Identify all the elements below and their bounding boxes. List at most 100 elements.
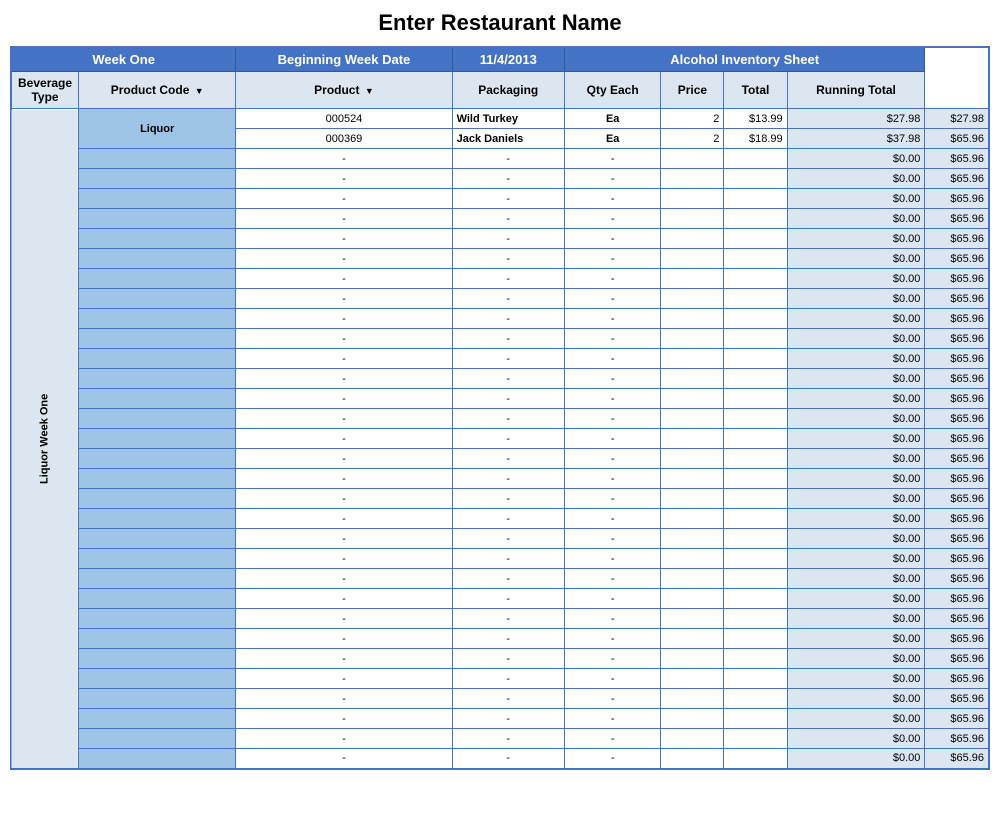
product-empty[interactable]: - bbox=[452, 749, 564, 769]
qty-empty[interactable] bbox=[661, 269, 724, 289]
price-empty[interactable] bbox=[724, 329, 787, 349]
product-empty[interactable]: - bbox=[452, 209, 564, 229]
qty-empty[interactable] bbox=[661, 489, 724, 509]
price-empty[interactable] bbox=[724, 189, 787, 209]
qty-empty[interactable] bbox=[661, 729, 724, 749]
qty-empty[interactable] bbox=[661, 449, 724, 469]
qty-empty[interactable] bbox=[661, 469, 724, 489]
qty-empty[interactable] bbox=[661, 289, 724, 309]
packaging-empty[interactable]: - bbox=[564, 389, 661, 409]
product-empty[interactable]: - bbox=[452, 729, 564, 749]
packaging-empty[interactable]: - bbox=[564, 169, 661, 189]
qty-empty[interactable] bbox=[661, 409, 724, 429]
product-empty[interactable]: - bbox=[452, 409, 564, 429]
price-empty[interactable] bbox=[724, 749, 787, 769]
price-cell[interactable]: $13.99 bbox=[724, 109, 787, 129]
packaging-empty[interactable]: - bbox=[564, 729, 661, 749]
product-empty[interactable]: - bbox=[452, 369, 564, 389]
qty-empty[interactable] bbox=[661, 689, 724, 709]
product-code-empty[interactable]: - bbox=[236, 589, 452, 609]
product-empty[interactable]: - bbox=[452, 569, 564, 589]
product-code-empty[interactable]: - bbox=[236, 609, 452, 629]
product-empty[interactable]: - bbox=[452, 649, 564, 669]
price-empty[interactable] bbox=[724, 409, 787, 429]
packaging-empty[interactable]: - bbox=[564, 369, 661, 389]
product-empty[interactable]: - bbox=[452, 589, 564, 609]
packaging-empty[interactable]: - bbox=[564, 329, 661, 349]
product-filter-icon[interactable]: ▼ bbox=[365, 86, 374, 96]
price-empty[interactable] bbox=[724, 569, 787, 589]
product-empty[interactable]: - bbox=[452, 149, 564, 169]
product-empty[interactable]: - bbox=[452, 509, 564, 529]
product-code-empty[interactable]: - bbox=[236, 629, 452, 649]
product-empty[interactable]: - bbox=[452, 249, 564, 269]
product-empty[interactable]: - bbox=[452, 609, 564, 629]
product-code-empty[interactable]: - bbox=[236, 189, 452, 209]
qty-empty[interactable] bbox=[661, 649, 724, 669]
price-empty[interactable] bbox=[724, 589, 787, 609]
price-cell[interactable]: $18.99 bbox=[724, 129, 787, 149]
qty-cell[interactable]: 2 bbox=[661, 109, 724, 129]
price-empty[interactable] bbox=[724, 449, 787, 469]
price-empty[interactable] bbox=[724, 169, 787, 189]
product-code-empty[interactable]: - bbox=[236, 549, 452, 569]
packaging-empty[interactable]: - bbox=[564, 709, 661, 729]
product-empty[interactable]: - bbox=[452, 629, 564, 649]
qty-empty[interactable] bbox=[661, 349, 724, 369]
product-code-empty[interactable]: - bbox=[236, 329, 452, 349]
product-code-cell[interactable]: 000369 bbox=[236, 129, 452, 149]
packaging-empty[interactable]: - bbox=[564, 689, 661, 709]
packaging-empty[interactable]: - bbox=[564, 429, 661, 449]
product-empty[interactable]: - bbox=[452, 229, 564, 249]
packaging-cell[interactable]: Ea bbox=[564, 129, 661, 149]
product-code-empty[interactable]: - bbox=[236, 669, 452, 689]
product-empty[interactable]: - bbox=[452, 669, 564, 689]
packaging-empty[interactable]: - bbox=[564, 309, 661, 329]
product-cell[interactable]: Jack Daniels bbox=[452, 129, 564, 149]
price-empty[interactable] bbox=[724, 349, 787, 369]
price-empty[interactable] bbox=[724, 509, 787, 529]
price-empty[interactable] bbox=[724, 669, 787, 689]
product-code-empty[interactable]: - bbox=[236, 429, 452, 449]
qty-empty[interactable] bbox=[661, 309, 724, 329]
product-empty[interactable]: - bbox=[452, 429, 564, 449]
product-code-empty[interactable]: - bbox=[236, 149, 452, 169]
product-empty[interactable]: - bbox=[452, 689, 564, 709]
product-code-empty[interactable]: - bbox=[236, 409, 452, 429]
qty-empty[interactable] bbox=[661, 229, 724, 249]
product-empty[interactable]: - bbox=[452, 389, 564, 409]
qty-empty[interactable] bbox=[661, 749, 724, 769]
product-code-empty[interactable]: - bbox=[236, 369, 452, 389]
qty-empty[interactable] bbox=[661, 609, 724, 629]
packaging-empty[interactable]: - bbox=[564, 209, 661, 229]
qty-empty[interactable] bbox=[661, 429, 724, 449]
product-code-empty[interactable]: - bbox=[236, 209, 452, 229]
product-empty[interactable]: - bbox=[452, 449, 564, 469]
price-empty[interactable] bbox=[724, 389, 787, 409]
packaging-empty[interactable]: - bbox=[564, 609, 661, 629]
qty-cell[interactable]: 2 bbox=[661, 129, 724, 149]
product-code-empty[interactable]: - bbox=[236, 469, 452, 489]
qty-empty[interactable] bbox=[661, 149, 724, 169]
product-empty[interactable]: - bbox=[452, 309, 564, 329]
price-empty[interactable] bbox=[724, 469, 787, 489]
packaging-empty[interactable]: - bbox=[564, 569, 661, 589]
qty-empty[interactable] bbox=[661, 629, 724, 649]
price-empty[interactable] bbox=[724, 529, 787, 549]
qty-empty[interactable] bbox=[661, 209, 724, 229]
product-code-empty[interactable]: - bbox=[236, 509, 452, 529]
qty-empty[interactable] bbox=[661, 509, 724, 529]
price-empty[interactable] bbox=[724, 489, 787, 509]
qty-empty[interactable] bbox=[661, 369, 724, 389]
product-empty[interactable]: - bbox=[452, 549, 564, 569]
price-empty[interactable] bbox=[724, 229, 787, 249]
price-empty[interactable] bbox=[724, 549, 787, 569]
price-empty[interactable] bbox=[724, 249, 787, 269]
packaging-empty[interactable]: - bbox=[564, 649, 661, 669]
product-empty[interactable]: - bbox=[452, 349, 564, 369]
qty-empty[interactable] bbox=[661, 329, 724, 349]
price-empty[interactable] bbox=[724, 689, 787, 709]
product-empty[interactable]: - bbox=[452, 269, 564, 289]
qty-empty[interactable] bbox=[661, 549, 724, 569]
product-code-empty[interactable]: - bbox=[236, 229, 452, 249]
